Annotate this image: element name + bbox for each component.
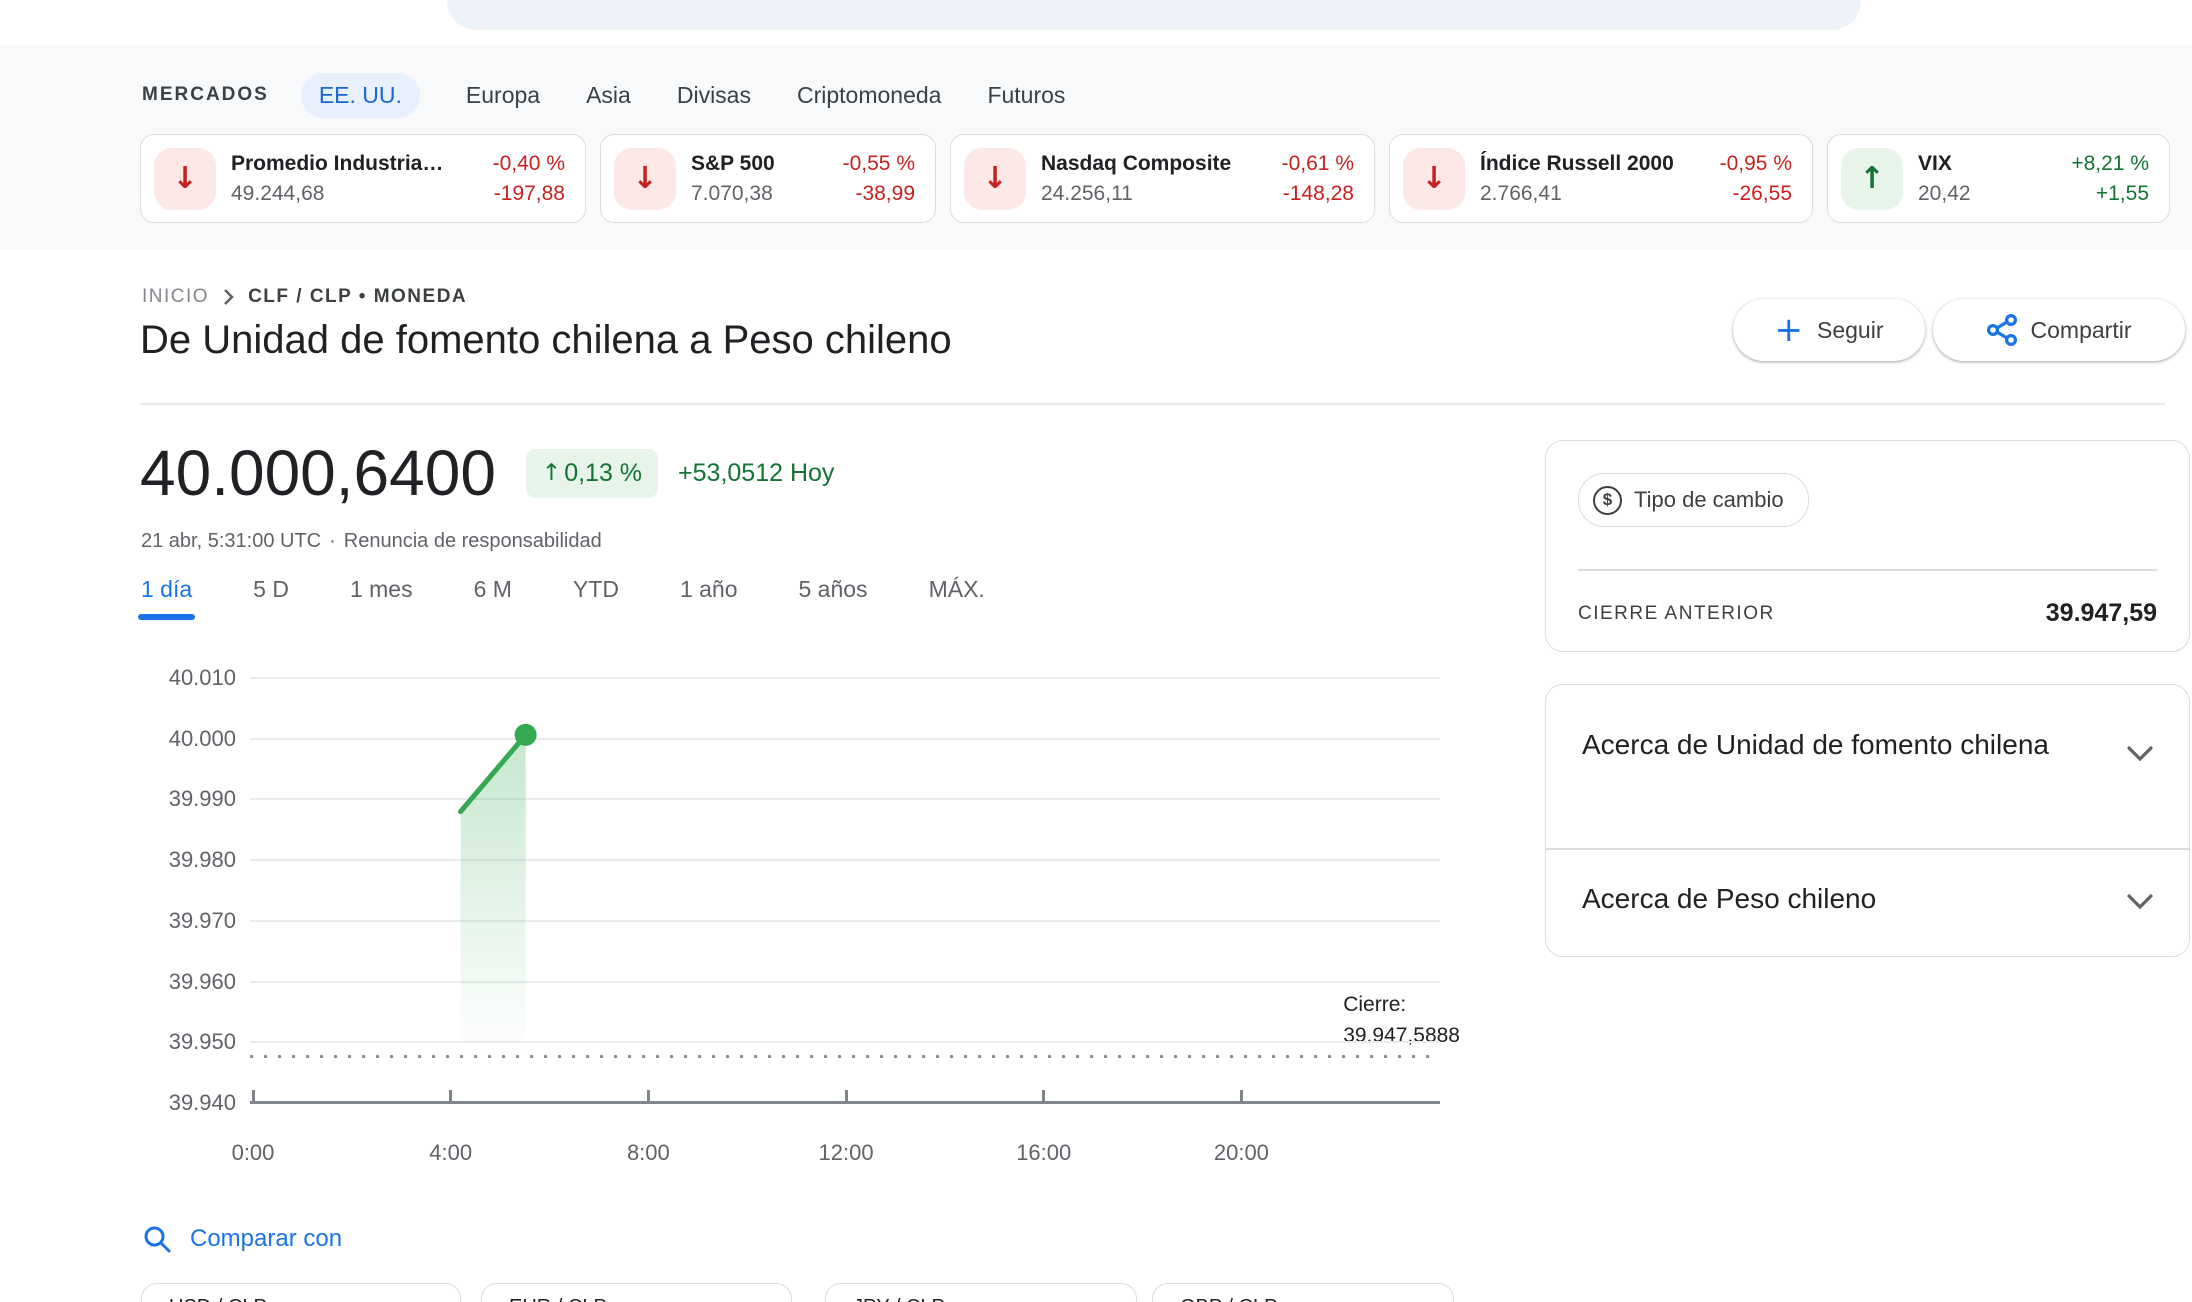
search-icon [142,1224,172,1254]
previous-close-label: CIERRE ANTERIOR [1578,603,1775,625]
y-axis-label: 39.990 [118,785,236,813]
chart-area-fill [461,735,526,1057]
compare-card-gbp-clp[interactable]: GBP / CLP [1152,1283,1454,1302]
dollar-glyph: $ [1603,490,1612,510]
y-axis-label: 40.000 [118,725,236,753]
x-axis-label: 4:00 [406,1140,496,1166]
chart-last-point [515,724,537,746]
x-axis-label: 8:00 [603,1140,693,1166]
google-finance-page: MERCADOS EE. UU. Europa Asia Divisas Cri… [0,0,2192,1302]
x-axis-tick [1240,1090,1243,1101]
y-axis-label: 39.980 [118,846,236,874]
chart-gridline [250,981,1440,983]
card-divider [1546,848,2189,850]
chevron-down-icon[interactable] [2125,745,2155,763]
x-axis-tick [449,1090,452,1101]
prev-close-annotation-title: Cierre: [1343,989,1460,1020]
chart-gridline [250,1041,1440,1043]
compare-with-label: Comparar con [190,1225,342,1253]
card-divider [1578,569,2157,571]
compare-card-usd-clp[interactable]: USD / CLP [141,1283,461,1302]
prev-close-dotted-line [250,1055,1440,1058]
x-axis-label: 12:00 [801,1140,891,1166]
y-axis-label: 39.940 [118,1089,236,1117]
exchange-rate-chip-label: Tipo de cambio [1634,487,1784,513]
x-axis-label: 0:00 [208,1140,298,1166]
y-axis-label: 39.970 [118,907,236,935]
prev-close-annotation-value: 39.947,5888 [1343,1020,1460,1051]
dollar-icon: $ [1593,486,1622,515]
exchange-rate-card: $ Tipo de cambio CIERRE ANTERIOR 39.947,… [1545,440,2190,652]
chart-gridline [250,859,1440,861]
chart-gridline [250,738,1440,740]
compare-card-jpy-clp[interactable]: JPY / CLP [825,1283,1137,1302]
chevron-down-icon[interactable] [2125,893,2155,911]
exchange-rate-chip[interactable]: $ Tipo de cambio [1578,473,1809,527]
compare-with-button[interactable]: Comparar con [142,1224,342,1254]
x-axis-label: 20:00 [1196,1140,1286,1166]
y-axis-label: 39.950 [118,1028,236,1056]
x-axis-tick [1042,1090,1045,1101]
x-axis-tick [845,1090,848,1101]
about-clp-row[interactable]: Acerca de Peso chileno [1582,883,1876,915]
x-axis-tick [252,1090,255,1101]
chart-gridline [250,920,1440,922]
about-card: Acerca de Unidad de fomento chilena Acer… [1545,684,2190,957]
x-axis-tick [647,1090,650,1101]
x-axis-label: 16:00 [999,1140,1089,1166]
y-axis-label: 40.010 [118,664,236,692]
x-axis-line [250,1101,1440,1104]
about-clf-row[interactable]: Acerca de Unidad de fomento chilena [1582,723,2079,767]
chart-gridline [250,798,1440,800]
previous-close-value: 39.947,59 [2046,599,2157,628]
compare-card-eur-clp[interactable]: EUR / CLP [481,1283,792,1302]
y-axis-label: 39.960 [118,968,236,996]
chart-gridline [250,677,1440,679]
previous-close-row: CIERRE ANTERIOR 39.947,59 [1578,599,2157,628]
